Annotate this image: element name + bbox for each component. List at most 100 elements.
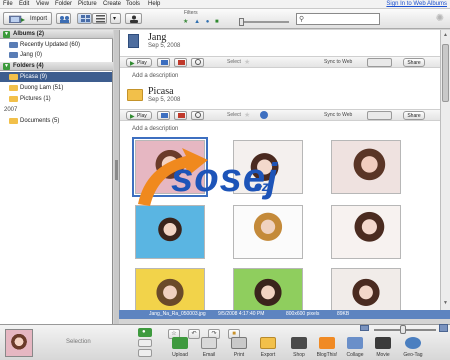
folders-header-label: Folders (4): [13, 63, 44, 69]
photo-thumbnail[interactable]: [233, 268, 303, 310]
collapse-icon[interactable]: ▼: [3, 63, 10, 70]
chevron-down-icon: ▾: [113, 16, 117, 22]
gear-icon[interactable]: ✺: [436, 13, 444, 24]
album-description[interactable]: Add a description: [132, 73, 178, 79]
upload-filter-icon[interactable]: ▲: [194, 19, 200, 25]
thumbnail-size-slider-knob[interactable]: [400, 325, 406, 334]
play-slideshow-button[interactable]: ▶ Play: [126, 111, 152, 120]
clear-selection-button[interactable]: [138, 339, 152, 347]
photo-thumbnail[interactable]: [331, 140, 401, 194]
geotag-button[interactable]: Geo-Tag: [398, 337, 428, 360]
upload-button[interactable]: Upload: [165, 337, 195, 360]
vertical-scrollbar[interactable]: ▲ ▼: [440, 30, 450, 310]
albums-section-header[interactable]: ▼ Albums (2): [0, 30, 113, 39]
upload-to-web-button[interactable]: [56, 13, 71, 24]
shop-button[interactable]: Shop: [284, 337, 314, 360]
menu-help[interactable]: Help: [148, 1, 160, 7]
photo-tray: Selection ● ☆ ↶ ↷ ■ Upload Email Print E…: [0, 324, 450, 360]
date-filter-slider-knob[interactable]: [239, 18, 244, 26]
sync-toggle[interactable]: [367, 111, 392, 120]
star-icon[interactable]: ★: [244, 111, 250, 119]
photo-thumbnail[interactable]: [331, 205, 401, 259]
scrollbar-thumb[interactable]: [442, 44, 449, 102]
sidebar-item-jang[interactable]: Jang (0): [0, 50, 112, 60]
sidebar-item-pictures[interactable]: Pictures (1): [0, 94, 112, 104]
folder-icon: [127, 89, 143, 101]
main-toolbar: Import ▾ Filters ★ ▲ ● ■ ⚲ ✺: [0, 9, 450, 29]
list-view-icon: [96, 15, 105, 23]
sidebar-item-documents[interactable]: Documents (5): [0, 116, 112, 126]
photo-thumbnail[interactable]: [233, 205, 303, 259]
star-icon[interactable]: ★: [244, 58, 250, 66]
globe-icon: [195, 59, 201, 65]
album-description[interactable]: Add a description: [132, 126, 178, 132]
sync-toggle[interactable]: [367, 58, 392, 67]
thumbnail-view-button[interactable]: [77, 13, 92, 24]
play-slideshow-button[interactable]: ▶ Play: [126, 58, 152, 67]
play-icon: ▶: [130, 114, 135, 120]
watermark-suffix: cz: [254, 178, 269, 194]
sign-in-link[interactable]: Sign In to Web Albums: [386, 1, 447, 7]
date-filter-slider[interactable]: [239, 21, 289, 23]
selected-photo-thumbnail[interactable]: [5, 329, 33, 357]
email-album-button[interactable]: [157, 111, 170, 120]
import-button[interactable]: Import: [3, 12, 52, 25]
print-icon: [178, 60, 185, 65]
add-to-album-button[interactable]: [138, 349, 152, 357]
star-filter-icon[interactable]: ★: [183, 19, 188, 25]
pin-icon: ●: [142, 329, 146, 335]
print-icon: [231, 337, 247, 349]
search-input[interactable]: ⚲: [296, 13, 380, 25]
list-view-button[interactable]: [92, 13, 107, 24]
selection-label: Selection: [66, 339, 91, 345]
share-button[interactable]: Share: [403, 111, 425, 120]
status-datetime: 9/5/2008 4:17:40 PM: [218, 311, 265, 317]
globe-album-button[interactable]: [191, 58, 204, 67]
menu-folder[interactable]: Folder: [55, 1, 72, 7]
scroll-up-icon[interactable]: ▲: [443, 32, 448, 38]
menu-bar: File Edit View Folder Picture Create Too…: [0, 0, 450, 9]
scroll-down-icon[interactable]: ▼: [443, 300, 448, 306]
album-icon: [9, 42, 18, 48]
collage-button[interactable]: Collage: [340, 337, 370, 360]
blogthis-button[interactable]: BlogThis!: [312, 337, 342, 360]
folders-section-header[interactable]: ▼ Folders (4): [0, 62, 113, 71]
email-button[interactable]: Email: [194, 337, 224, 360]
menu-picture[interactable]: Picture: [78, 1, 97, 7]
menu-edit[interactable]: Edit: [19, 1, 29, 7]
export-button[interactable]: Export: [253, 337, 283, 360]
print-album-button[interactable]: [174, 111, 187, 120]
view-dropdown-button[interactable]: ▾: [110, 13, 121, 24]
share-button[interactable]: Share: [403, 58, 425, 67]
email-album-button[interactable]: [157, 58, 170, 67]
photo-thumbnail[interactable]: [331, 268, 401, 310]
person-icon[interactable]: [260, 111, 268, 119]
globe-album-button[interactable]: [191, 111, 204, 120]
people-icon: [60, 16, 69, 23]
email-icon: [161, 60, 168, 65]
photo-thumbnail[interactable]: [135, 268, 205, 310]
people-manager-button[interactable]: [125, 13, 142, 24]
collapse-icon[interactable]: ▼: [3, 31, 10, 38]
sidebar-item-duong-lam[interactable]: Duong Lam (51): [0, 83, 112, 93]
menu-view[interactable]: View: [36, 1, 49, 7]
status-bar: Jang_Na_Ra_050003.jpg 9/5/2008 4:17:40 P…: [119, 310, 450, 319]
hold-selection-button[interactable]: ●: [138, 328, 152, 337]
geotag-filter-icon[interactable]: ■: [215, 19, 219, 25]
sidebar-item-recently-updated[interactable]: Recently Updated (60): [0, 40, 112, 50]
menu-file[interactable]: File: [3, 1, 13, 7]
shop-label: Shop: [293, 352, 305, 358]
menu-tools[interactable]: Tools: [126, 1, 140, 7]
print-album-button[interactable]: [174, 58, 187, 67]
print-button[interactable]: Print: [224, 337, 254, 360]
sidebar-item-label: Recently Updated (60): [20, 42, 81, 48]
sidebar-item-picasa[interactable]: Picasa (9): [0, 72, 112, 82]
menu-create[interactable]: Create: [103, 1, 121, 7]
album-title[interactable]: Jang: [148, 32, 166, 43]
movie-button[interactable]: Movie: [368, 337, 398, 360]
splitter-grip[interactable]: [115, 160, 118, 180]
watermark-logo: sosej cz: [136, 146, 296, 210]
photo-thumbnail[interactable]: [135, 205, 205, 259]
people-filter-icon[interactable]: ●: [206, 19, 210, 25]
album-title[interactable]: Picasa: [148, 86, 174, 97]
